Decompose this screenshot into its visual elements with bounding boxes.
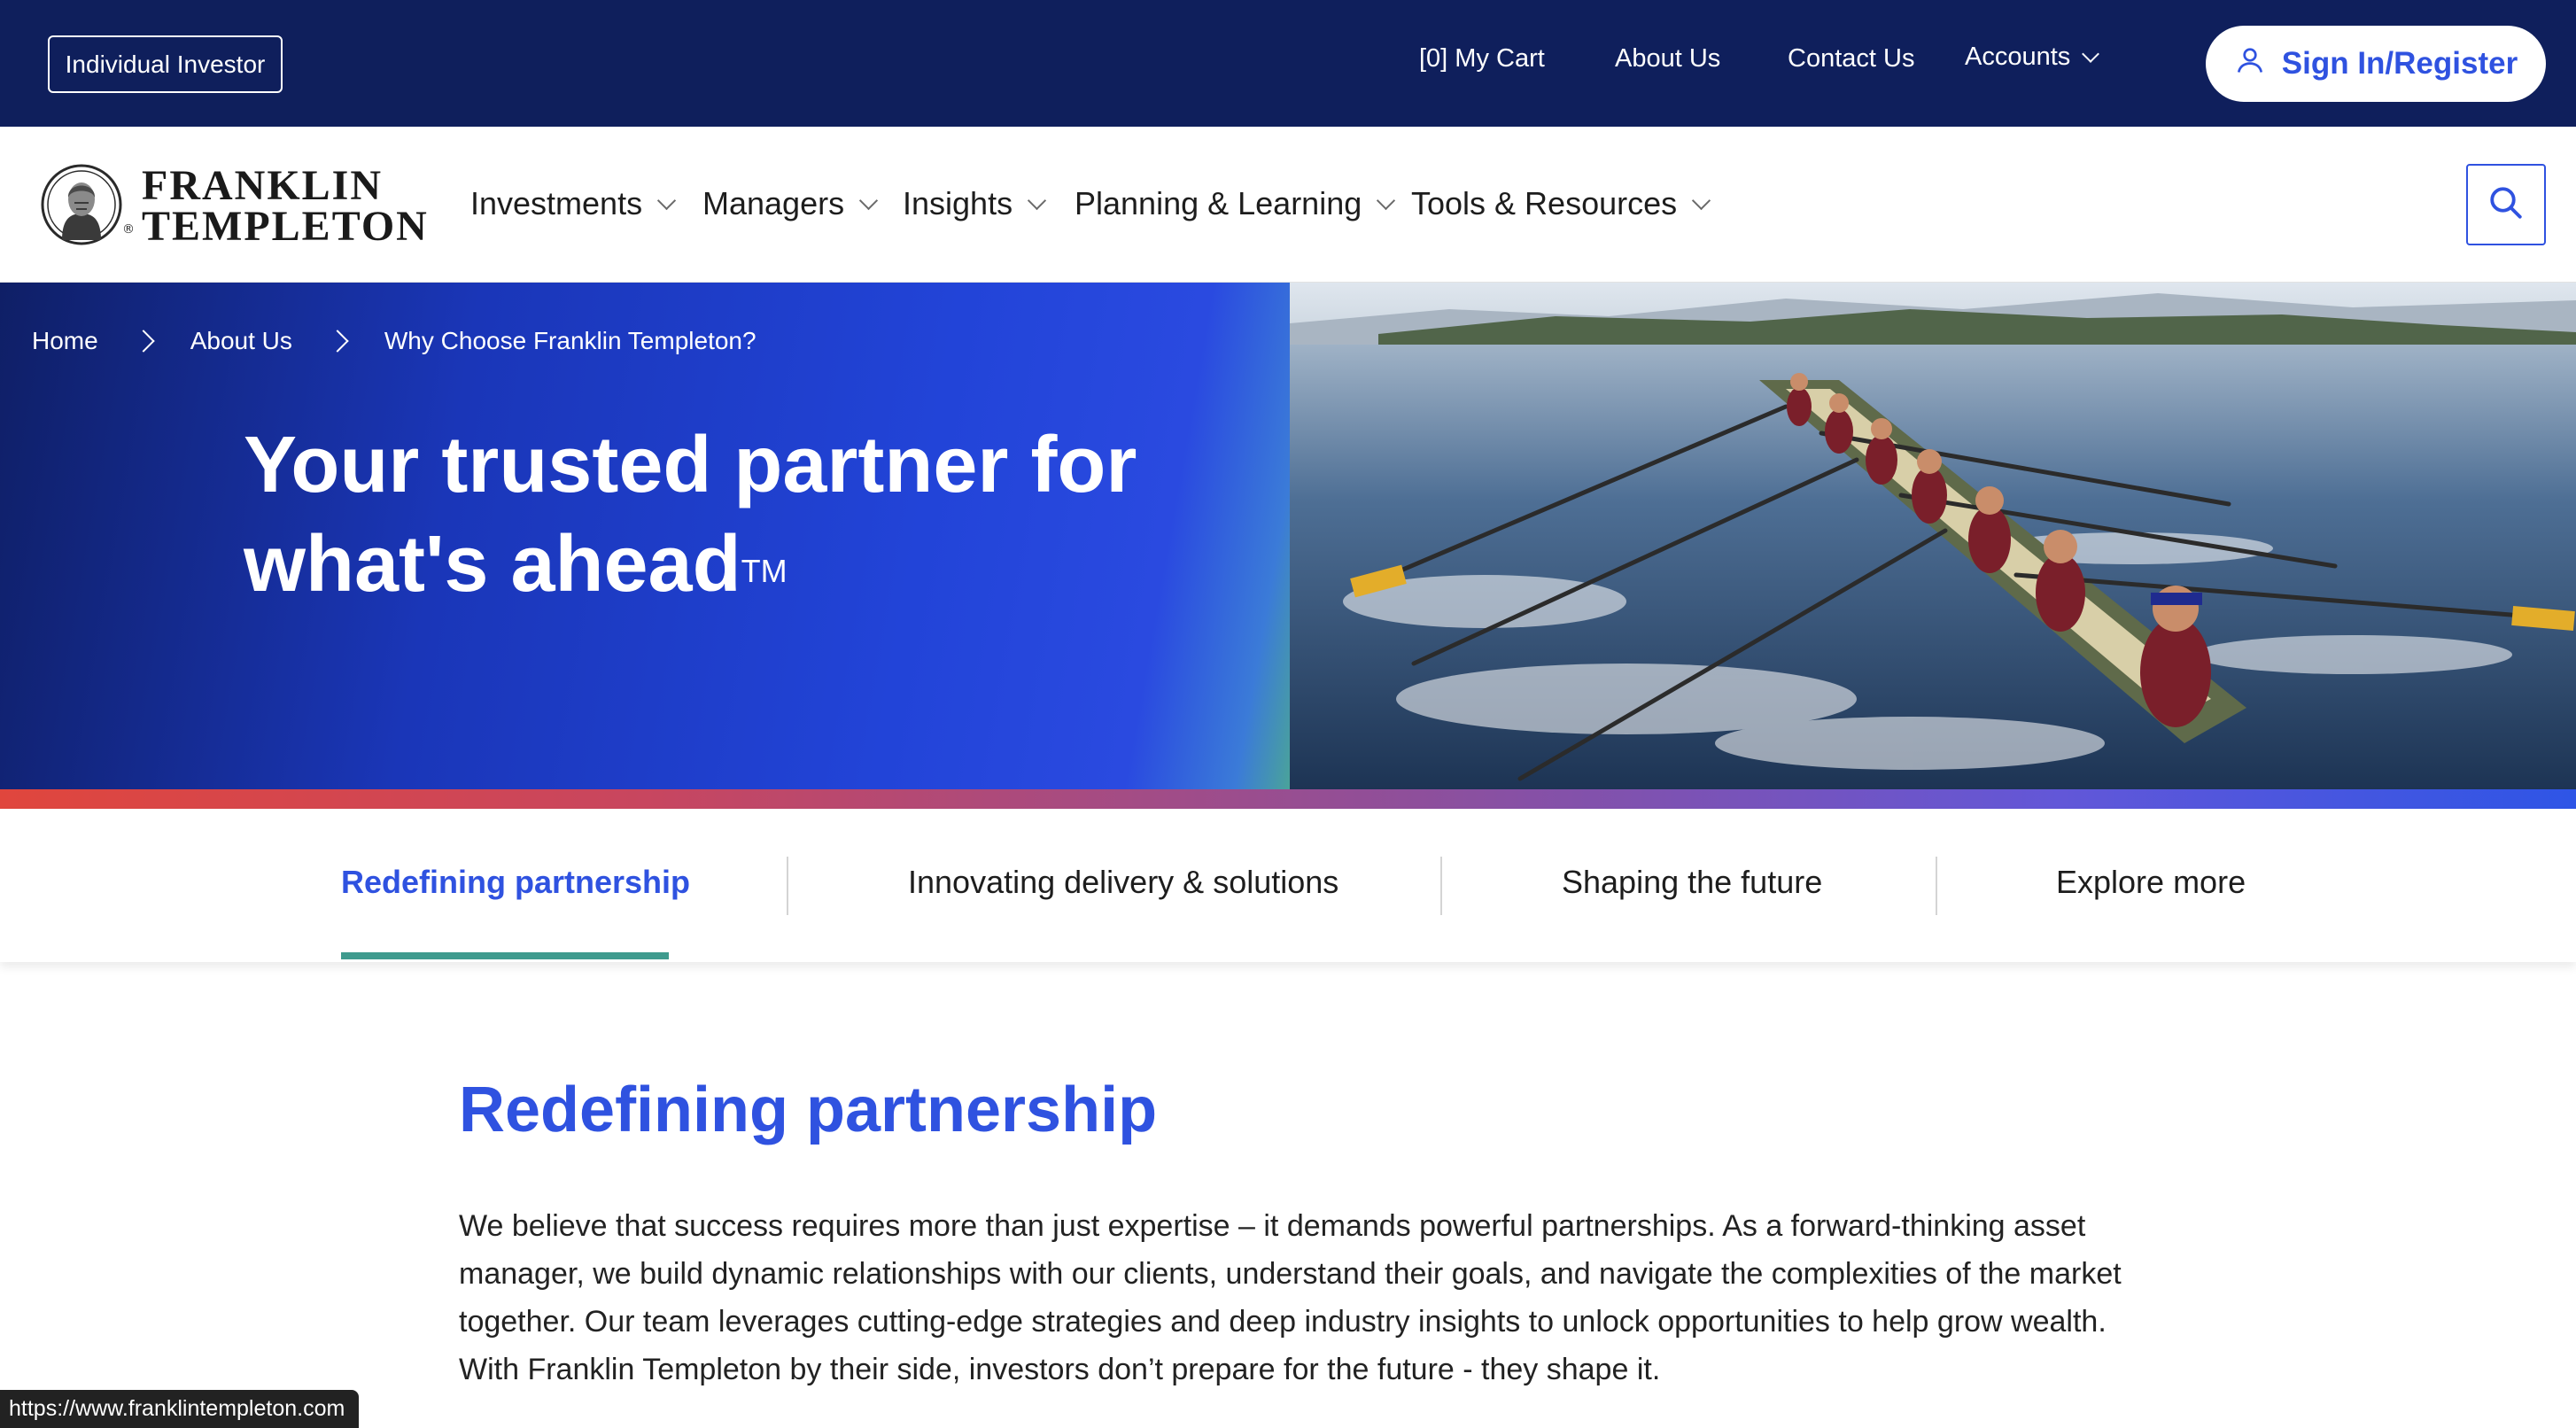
investor-type-button[interactable]: Individual Investor	[48, 35, 283, 93]
chevron-down-icon	[2082, 44, 2100, 63]
tab-explore-more[interactable]: Explore more	[2056, 864, 2246, 901]
chevron-down-icon	[1027, 190, 1047, 210]
chevron-down-icon	[656, 190, 677, 210]
nav-tools-resources[interactable]: Tools & Resources	[1411, 185, 1711, 222]
accounts-label: Accounts	[1965, 43, 2071, 71]
rowing-team-photo	[1290, 283, 2576, 789]
tab-innovating-delivery[interactable]: Innovating delivery & solutions	[908, 864, 1338, 901]
my-cart-link[interactable]: [0] My Cart	[1419, 44, 1545, 74]
about-us-link[interactable]: About Us	[1615, 44, 1720, 74]
contact-us-link[interactable]: Contact Us	[1788, 44, 1914, 74]
tab-divider	[1936, 857, 1937, 915]
nav-investments-label: Investments	[470, 185, 643, 221]
nav-tools-resources-label: Tools & Resources	[1411, 185, 1678, 221]
section-heading: Redefining partnership	[459, 1075, 1158, 1145]
chevron-down-icon	[1377, 190, 1396, 210]
hero-accent-strip	[0, 789, 2576, 809]
hero-title: Your trusted partner for what's aheadTM	[244, 415, 1236, 614]
status-bar-url: https://www.franklintempleton.com	[0, 1390, 360, 1428]
chevron-right-icon	[131, 330, 155, 353]
section-tabs: Redefining partnership Innovating delive…	[0, 809, 2576, 962]
hero-title-line1: Your trusted partner for	[244, 421, 1137, 509]
section-paragraph: We believe that success requires more th…	[459, 1209, 2122, 1386]
main-navigation: ® FRANKLIN TEMPLETON Investments Manager…	[0, 127, 2576, 283]
nav-managers-label: Managers	[702, 185, 845, 221]
breadcrumb-current-page: Why Choose Franklin Templeton?	[384, 327, 757, 354]
breadcrumb-home[interactable]: Home	[32, 327, 98, 355]
trademark-mark: TM	[741, 553, 788, 589]
chevron-down-icon	[1692, 190, 1711, 210]
hero-title-line2: what's ahead	[244, 520, 741, 609]
tab-redefining-partnership[interactable]: Redefining partnership	[341, 864, 690, 901]
breadcrumb: Home About Us Why Choose Franklin Temple…	[32, 327, 757, 355]
nav-insights[interactable]: Insights	[903, 185, 1047, 222]
tab-shaping-future[interactable]: Shaping the future	[1562, 864, 1822, 901]
nav-managers[interactable]: Managers	[702, 185, 879, 222]
nav-planning-learning-label: Planning & Learning	[1075, 185, 1362, 221]
franklin-templeton-logo[interactable]: ® FRANKLIN TEMPLETON	[35, 162, 429, 251]
utility-bar: Individual Investor [0] My Cart About Us…	[0, 0, 2576, 127]
svg-text:®: ®	[122, 222, 135, 237]
sign-in-label: Sign In/Register	[2281, 46, 2518, 81]
sign-in-register-button[interactable]: Sign In/Register	[2206, 26, 2546, 102]
hero-banner: Home About Us Why Choose Franklin Temple…	[0, 283, 2576, 789]
accounts-dropdown[interactable]: Accounts	[1965, 43, 2100, 72]
hero-gradient-panel: Home About Us Why Choose Franklin Temple…	[0, 283, 1290, 789]
search-icon	[2487, 184, 2525, 226]
franklin-portrait-icon: ®	[35, 162, 135, 251]
active-tab-indicator	[341, 952, 669, 959]
tab-divider	[1440, 857, 1442, 915]
user-icon	[2234, 44, 2266, 84]
logo-wordmark: FRANKLIN TEMPLETON	[142, 162, 429, 250]
chevron-down-icon	[858, 190, 879, 210]
nav-insights-label: Insights	[903, 185, 1013, 221]
search-button[interactable]	[2466, 164, 2546, 245]
nav-investments[interactable]: Investments	[470, 185, 677, 222]
chevron-right-icon	[326, 330, 349, 353]
nav-planning-learning[interactable]: Planning & Learning	[1075, 185, 1396, 222]
breadcrumb-about-us[interactable]: About Us	[190, 327, 292, 355]
tab-divider	[787, 857, 788, 915]
